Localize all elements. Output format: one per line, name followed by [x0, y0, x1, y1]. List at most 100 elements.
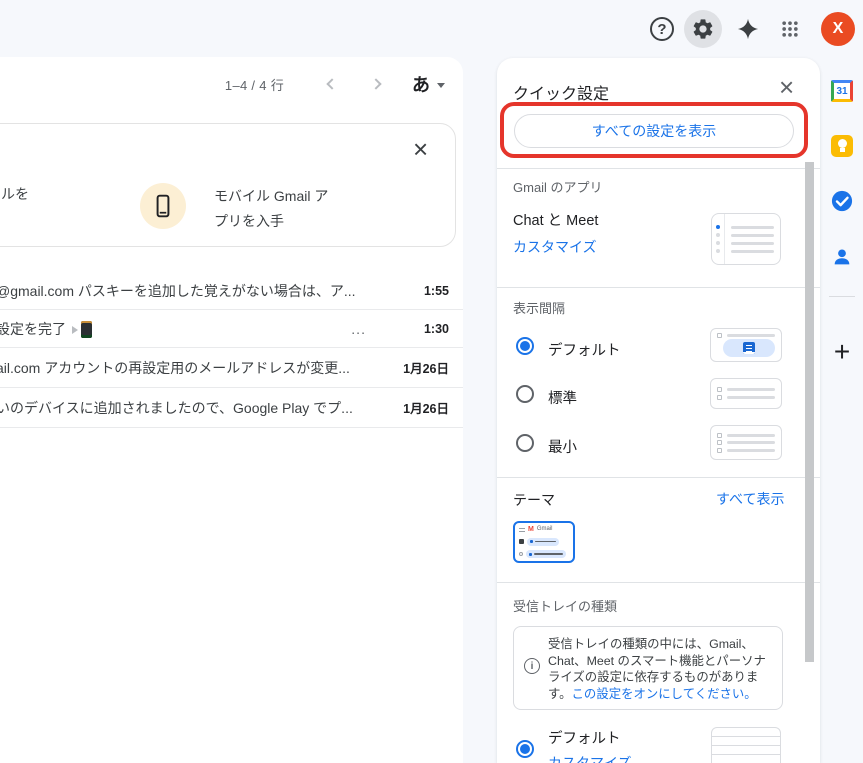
thumb-checkbox [717, 387, 722, 392]
sparkle-glyph [737, 18, 759, 40]
thumb-line [731, 226, 774, 229]
divider [497, 287, 820, 288]
pagination-toolbar: 1–4 / 4 行 あ [225, 71, 445, 97]
customize-inbox-link[interactable]: カスタマイズ [548, 753, 632, 763]
page-next-icon[interactable] [370, 78, 381, 89]
section-label-theme: テーマ [513, 490, 555, 510]
divider [497, 477, 820, 478]
show-all-settings-button[interactable]: すべての設定を表示 [514, 114, 794, 148]
phone-icon [150, 193, 176, 219]
email-snippet: ail.com アカウントの再設定用のメールアドレスが変更... [0, 358, 403, 378]
thumb-row [717, 448, 775, 453]
density-compact-thumbnail [710, 425, 782, 460]
thumb-line [712, 736, 780, 737]
attachment-arrow-icon [72, 326, 78, 334]
email-ellipsis: ... [351, 321, 366, 337]
thumb-checkbox [717, 433, 722, 438]
document-icon [743, 342, 755, 354]
grid-glyph [780, 19, 800, 39]
apps-thumb-lines [725, 214, 780, 264]
divider [497, 168, 820, 169]
inbox-default-label[interactable]: デフォルト [548, 727, 621, 748]
keep-glyph [831, 135, 853, 157]
inbox-info-box: i 受信トレイの種類の中には、Gmail、Chat、Meet のスマート機能とパ… [513, 626, 783, 710]
radio-density-normal[interactable] [516, 385, 534, 403]
email-time: 1:30 [424, 322, 449, 336]
radio-label-normal[interactable]: 標準 [548, 387, 577, 408]
email-time: 1月26日 [403, 358, 449, 377]
density-normal-thumbnail [710, 378, 782, 409]
help-icon[interactable]: ? [650, 17, 674, 41]
thumb-row [717, 433, 775, 438]
promo-close-icon[interactable]: × [413, 136, 428, 162]
email-time: 1:55 [424, 284, 449, 298]
customize-apps-link[interactable]: カスタマイズ [513, 237, 597, 257]
thumb-line [727, 334, 775, 337]
info-icon: i [524, 658, 540, 674]
section-label-density: 表示間隔 [513, 298, 565, 317]
thumb-line [727, 388, 775, 391]
inbox-default-thumbnail [711, 727, 781, 763]
email-row[interactable]: 設定を完了 ... 1:30 [0, 310, 463, 348]
thumb-pill [526, 550, 566, 558]
thumb-row [717, 387, 775, 392]
divider [497, 582, 820, 583]
radio-density-default[interactable] [516, 337, 534, 355]
email-time: 1月26日 [403, 398, 449, 417]
quick-settings-panel: クイック設定 × すべての設定を表示 Gmail のアプリ Chat と Mee… [497, 58, 820, 763]
apps-thumb-dot-column [712, 214, 725, 264]
email-row[interactable]: ail.com アカウントの再設定用のメールアドレスが変更... 1月26日 [0, 348, 463, 388]
email-row[interactable]: いのデバイスに追加されましたので、Google Play でプ... 1月26日 [0, 388, 463, 428]
thumb-row [717, 333, 775, 338]
thumb-dot [716, 225, 720, 229]
tasks-icon[interactable] [830, 189, 854, 213]
calendar-icon[interactable]: 31 [830, 79, 854, 103]
panel-scrollbar[interactable] [805, 162, 814, 662]
section-label-inbox-type: 受信トレイの種類 [513, 596, 617, 615]
thumb-line [534, 553, 563, 555]
email-row[interactable]: @gmail.com パスキーを追加した覚えがない場合は、ア... 1:55 [0, 272, 463, 310]
thumb-checkbox [717, 440, 722, 445]
apps-preview-thumbnail [711, 213, 781, 265]
radio-label-compact[interactable]: 最小 [548, 436, 577, 457]
apps-grid-icon[interactable] [778, 17, 802, 41]
radio-label-default[interactable]: デフォルト [548, 339, 621, 360]
radio-density-compact[interactable] [516, 434, 534, 452]
panel-close-icon[interactable]: × [779, 72, 794, 103]
keep-icon[interactable] [830, 134, 854, 158]
thumb-row [717, 395, 775, 400]
section-label-apps: Gmail のアプリ [513, 177, 603, 196]
attachment-thumbnail [81, 321, 92, 338]
radio-inbox-default[interactable] [516, 740, 534, 758]
theme-thumbnail-selected[interactable]: M Gmail [513, 521, 575, 563]
pencil-icon [530, 540, 533, 543]
settings-gear-icon[interactable] [684, 10, 722, 48]
gmail-m-logo: M [528, 526, 534, 533]
thumb-line [712, 745, 780, 746]
thumb-line [727, 449, 775, 452]
thumb-line [727, 396, 775, 399]
thumb-pill [527, 538, 559, 546]
enable-setting-link[interactable]: この設定をオンにしてください。 [572, 687, 757, 701]
promo-left-text-fragment: ルを [1, 184, 29, 204]
theme-thumb-compose-row [519, 538, 569, 546]
chat-meet-label: Chat と Meet [513, 209, 598, 230]
thumb-icon [519, 552, 523, 556]
email-snippet: 設定を完了 [0, 319, 351, 339]
help-glyph: ? [657, 21, 666, 38]
gemini-sparkle-icon[interactable] [736, 17, 760, 41]
get-addons-plus-icon[interactable]: + [830, 338, 854, 366]
gear-glyph [691, 17, 715, 41]
thumb-checkbox [717, 395, 722, 400]
contacts-icon[interactable] [830, 245, 854, 269]
view-all-themes-link[interactable]: すべて表示 [716, 489, 784, 509]
mail-list-card: 1–4 / 4 行 あ ルを モバイル Gmail ア プリを入手 × @gma… [0, 57, 463, 763]
email-snippet: いのデバイスに追加されましたので、Google Play でプ... [0, 398, 403, 418]
density-default-thumbnail [710, 328, 782, 362]
red-highlight-annotation: すべての設定を表示 [500, 102, 808, 158]
page-previous-icon[interactable] [326, 78, 337, 89]
thumb-line [712, 754, 780, 755]
input-method-selector[interactable]: あ [412, 71, 445, 97]
thumb-row [717, 440, 775, 445]
chat-icon [529, 553, 532, 556]
